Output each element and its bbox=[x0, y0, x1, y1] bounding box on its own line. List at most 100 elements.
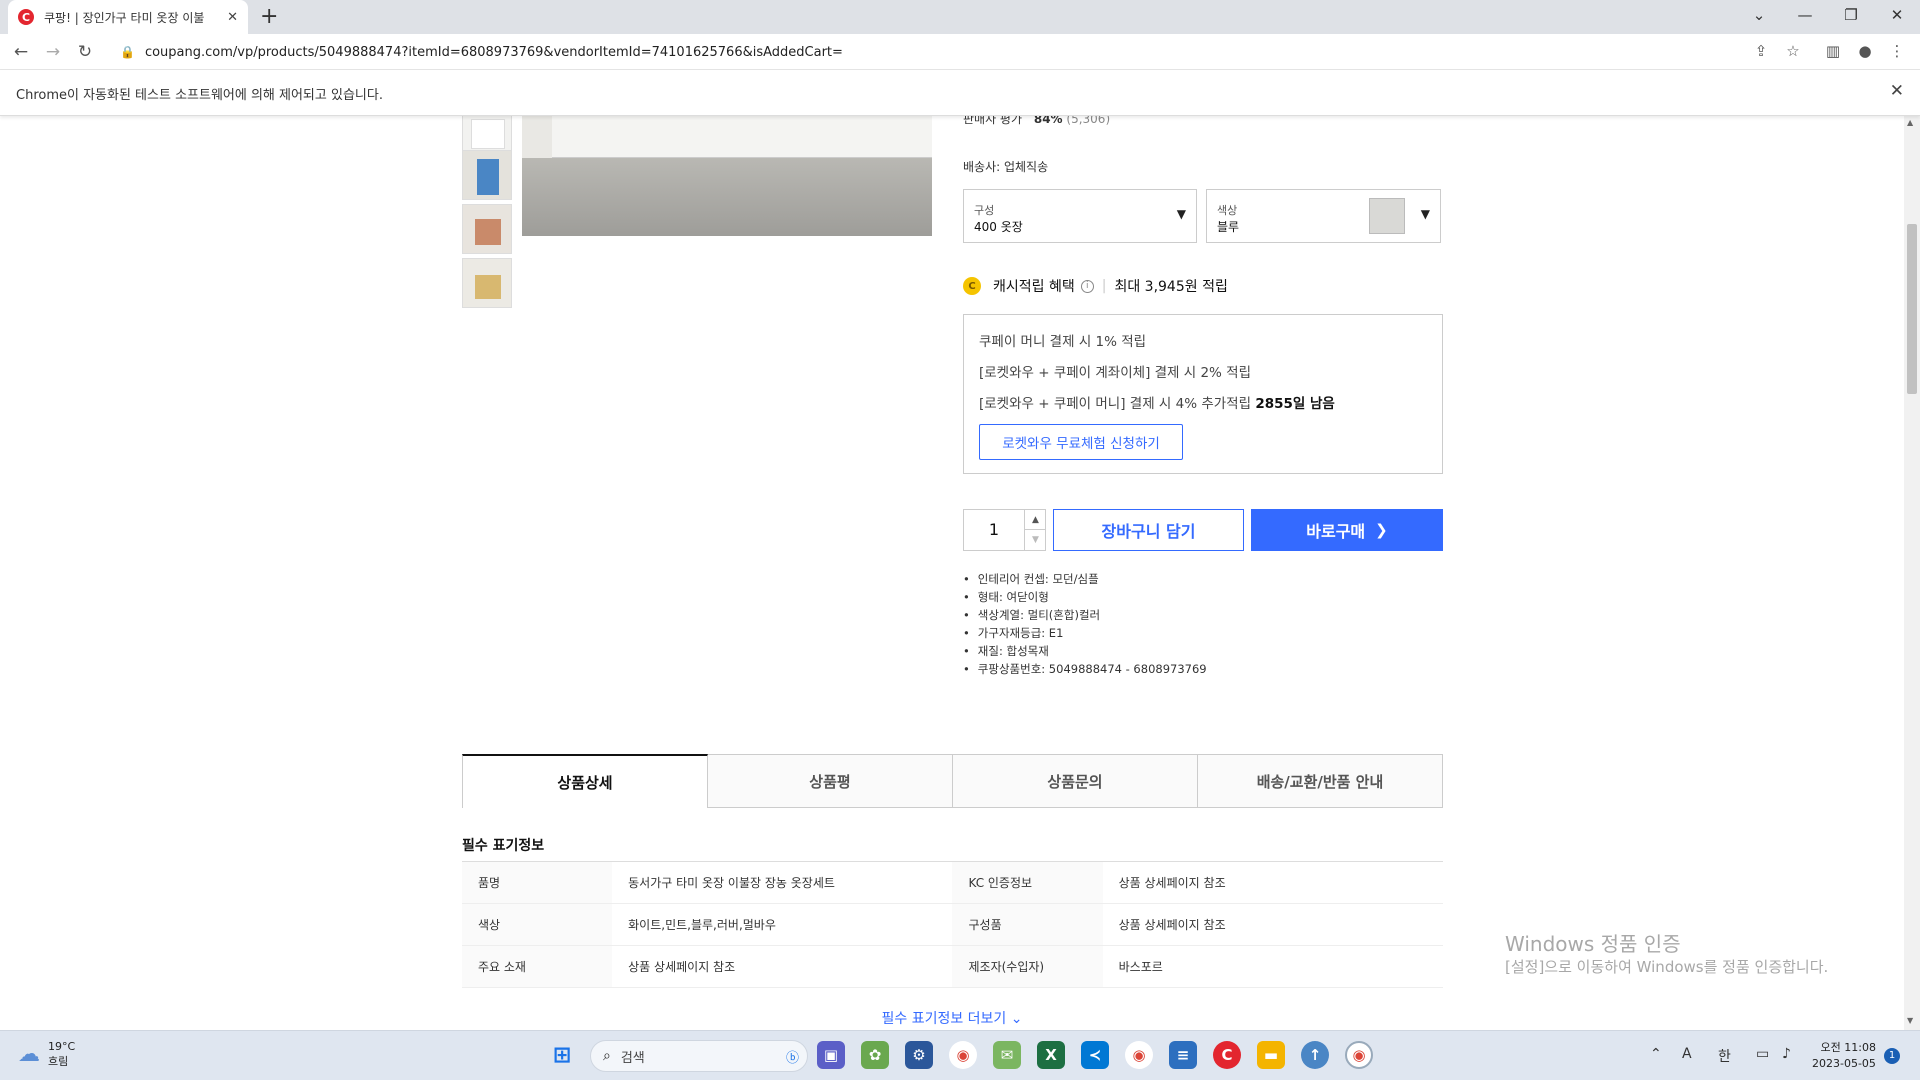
ime-mode-a[interactable]: A bbox=[1682, 1046, 1692, 1062]
notification-badge[interactable]: 1 bbox=[1884, 1048, 1900, 1064]
cloud-icon: ☁ bbox=[18, 1042, 40, 1067]
divider: | bbox=[1101, 278, 1107, 294]
taskbar-search-placeholder: 검색 bbox=[620, 1050, 645, 1066]
delivery-info: 배송사: 업체직송 bbox=[963, 160, 1049, 174]
info-key: 색상 bbox=[462, 903, 613, 946]
tab-inquiries[interactable]: 상품문의 bbox=[953, 754, 1198, 808]
buy-now-button[interactable]: 바로구매 ❯ bbox=[1251, 509, 1443, 551]
tab-shipping-returns[interactable]: 배송/교환/반품 안내 bbox=[1198, 754, 1443, 808]
vscode-icon[interactable]: ≺ bbox=[1081, 1041, 1109, 1069]
required-info-title: 필수 표기정보 bbox=[462, 838, 545, 854]
infobar-message: Chrome이 자동화된 테스트 소프트웨어에 의해 제어되고 있습니다. bbox=[16, 88, 383, 103]
forward-arrow-icon[interactable]: → bbox=[40, 40, 66, 64]
info-value: 동서가구 타미 옷장 이불장 장농 옷장세트 bbox=[612, 861, 953, 904]
product-main-image bbox=[522, 116, 932, 236]
sidepanel-icon[interactable]: ▥ bbox=[1822, 42, 1844, 60]
quantity-input[interactable]: 1 bbox=[964, 510, 1024, 550]
chevron-right-icon: ❯ bbox=[1375, 521, 1388, 539]
notepad-icon[interactable]: ≡ bbox=[1169, 1041, 1197, 1069]
automation-infobar: Chrome이 자동화된 테스트 소프트웨어에 의해 제어되고 있습니다. ✕ bbox=[0, 70, 1920, 116]
quantity-stepper: 1 ▲ ▼ bbox=[963, 509, 1046, 551]
product-thumbnail[interactable] bbox=[462, 258, 512, 308]
cash-coin-icon: C bbox=[963, 277, 981, 295]
chrome-icon[interactable]: ◉ bbox=[949, 1041, 977, 1069]
info-key: 구성품 bbox=[952, 903, 1103, 946]
close-window-button[interactable]: ✕ bbox=[1874, 3, 1920, 27]
page-scrollbar[interactable]: ▲ ▼ bbox=[1904, 116, 1920, 1030]
tab-search-icon[interactable]: ⌄ bbox=[1736, 3, 1782, 27]
network-icon[interactable]: ▭ bbox=[1756, 1046, 1769, 1062]
option-key: 색상 bbox=[1217, 204, 1238, 217]
volume-icon[interactable]: ♪ bbox=[1782, 1046, 1791, 1062]
tray-overflow-icon[interactable]: ⌃ bbox=[1650, 1046, 1662, 1062]
option-color-select[interactable]: 색상 블루 ▼ bbox=[1206, 189, 1441, 243]
browser-tab[interactable]: C 쿠팡! | 장인가구 타미 옷장 이불 ✕ bbox=[8, 0, 248, 34]
excel-icon[interactable]: X bbox=[1037, 1041, 1065, 1069]
info-icon[interactable]: i bbox=[1080, 279, 1094, 293]
menu-icon[interactable]: ⋮ bbox=[1886, 42, 1908, 60]
share-icon[interactable]: ⇪ bbox=[1750, 42, 1772, 60]
tab-close-icon[interactable]: ✕ bbox=[227, 10, 238, 25]
settings-app-icon[interactable]: ⚙ bbox=[905, 1041, 933, 1069]
photos-icon[interactable]: ✿ bbox=[861, 1041, 889, 1069]
coupang-app-icon[interactable]: C bbox=[1213, 1041, 1241, 1069]
cash-max: 최대 3,945원 적립 bbox=[1114, 279, 1228, 295]
quantity-up-icon[interactable]: ▲ bbox=[1024, 510, 1046, 530]
wechat-icon[interactable]: ✉ bbox=[993, 1041, 1021, 1069]
upload-app-icon[interactable]: ↑ bbox=[1301, 1041, 1329, 1069]
caret-down-icon: ▼ bbox=[1420, 207, 1430, 221]
seller-rating-value: 84% bbox=[1033, 116, 1063, 126]
profile-icon[interactable]: ● bbox=[1854, 42, 1876, 60]
product-thumbnail[interactable] bbox=[462, 150, 512, 200]
add-to-cart-button[interactable]: 장바구니 담기 bbox=[1053, 509, 1244, 551]
option-composition-select[interactable]: 구성 400 옷장 ▼ bbox=[963, 189, 1197, 243]
minimize-button[interactable]: — bbox=[1782, 3, 1828, 27]
weather-widget[interactable]: ☁ 19°C 흐림 bbox=[18, 1040, 75, 1069]
cash-benefit-row: C 캐시적립 혜택 i | 최대 3,945원 적립 bbox=[963, 276, 1228, 296]
seller-rating: 판매자 평가 84% (5,306) bbox=[963, 116, 1110, 127]
restore-button[interactable]: ❐ bbox=[1828, 3, 1874, 27]
address-bar[interactable]: 🔒 coupang.com/vp/products/5049888474?ite… bbox=[110, 38, 1790, 66]
toolbar: ← → ↻ 🔒 coupang.com/vp/products/50498884… bbox=[0, 34, 1920, 70]
cash-line: [로켓와우 + 쿠페이 머니] 결제 시 4% 추가적립 2855일 남음 bbox=[979, 392, 1335, 412]
cash-line-text: 쿠페이 머니 결제 시 1% 적립 bbox=[979, 334, 1147, 350]
chrome-icon[interactable]: ◉ bbox=[1125, 1041, 1153, 1069]
table-row: 색상 화이트,민트,블루,러버,멀바우 구성품 상품 상세페이지 참조 bbox=[462, 903, 1443, 946]
back-arrow-icon[interactable]: ← bbox=[8, 40, 34, 64]
attribute-item: 쿠팡상품번호: 5049888474 - 6808973769 bbox=[963, 660, 1207, 678]
attribute-item: 재질: 합성목재 bbox=[963, 642, 1207, 660]
start-windows-icon[interactable]: ⊞ bbox=[548, 1041, 576, 1069]
tab-reviews[interactable]: 상품평 bbox=[708, 754, 953, 808]
taskbar-search[interactable]: ⌕ 검색 ⓑ bbox=[590, 1040, 808, 1072]
quantity-down-icon[interactable]: ▼ bbox=[1024, 530, 1046, 550]
product-thumbnail[interactable] bbox=[462, 204, 512, 254]
attribute-item: 인테리어 컨셉: 모던/심플 bbox=[963, 570, 1207, 588]
scroll-down-icon[interactable]: ▼ bbox=[1907, 1016, 1913, 1025]
reload-icon[interactable]: ↻ bbox=[72, 40, 98, 64]
info-key: 품명 bbox=[462, 861, 613, 904]
windows-taskbar: ☁ 19°C 흐림 ⊞ ⌕ 검색 ⓑ ▣ ✿ ⚙ ◉ ✉ X ≺ ◉ ≡ C ▬… bbox=[0, 1030, 1920, 1080]
lock-icon[interactable]: 🔒 bbox=[120, 45, 135, 59]
rocket-wow-trial-button[interactable]: 로켓와우 무료체험 신청하기 bbox=[979, 424, 1183, 460]
attribute-item: 형태: 여닫이형 bbox=[963, 588, 1207, 606]
taskbar-clock[interactable]: 오전 11:08 2023-05-05 bbox=[1812, 1040, 1876, 1072]
infobar-close-icon[interactable]: ✕ bbox=[1890, 81, 1904, 101]
required-info-more-link[interactable]: 필수 표기정보 더보기 ⌄ bbox=[0, 1008, 1904, 1028]
info-key: KC 인증정보 bbox=[952, 861, 1103, 904]
ime-language[interactable]: 한 bbox=[1718, 1046, 1731, 1066]
search-icon: ⌕ bbox=[603, 1048, 611, 1064]
cart-button-label: 장바구니 담기 bbox=[1101, 522, 1196, 541]
new-tab-button[interactable]: + bbox=[260, 4, 278, 30]
teams-icon[interactable]: ▣ bbox=[817, 1041, 845, 1069]
scrollbar-thumb[interactable] bbox=[1907, 224, 1917, 394]
table-row: 주요 소재 상품 상세페이지 참조 제조자(수입자) 바스포르 bbox=[462, 945, 1443, 988]
option-value: 블루 bbox=[1217, 220, 1240, 234]
star-icon[interactable]: ☆ bbox=[1782, 42, 1804, 60]
more-link-label: 필수 표기정보 더보기 bbox=[881, 1011, 1007, 1027]
chrome-active-icon[interactable]: ◉ bbox=[1345, 1041, 1373, 1069]
file-explorer-icon[interactable]: ▬ bbox=[1257, 1041, 1285, 1069]
tab-product-detail[interactable]: 상품상세 bbox=[462, 754, 708, 808]
seller-rating-label: 판매자 평가 bbox=[963, 116, 1023, 126]
scroll-up-icon[interactable]: ▲ bbox=[1907, 118, 1913, 127]
option-key: 구성 bbox=[974, 204, 995, 217]
